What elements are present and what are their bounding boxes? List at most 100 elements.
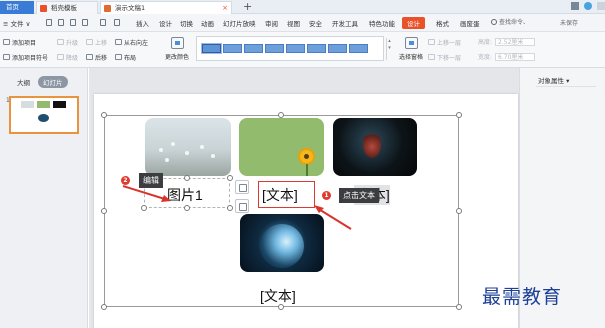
portrait-picture[interactable] — [333, 118, 417, 176]
layout-button[interactable]: 布局 — [115, 53, 136, 62]
tab-slides[interactable]: 幻灯片 — [38, 76, 68, 88]
save-status[interactable]: 未保存 — [560, 18, 578, 27]
tab-home-label: 首页 — [6, 3, 19, 11]
height-input[interactable]: 2.52厘米 — [495, 38, 536, 46]
add-tab-button[interactable]: + — [243, 0, 252, 13]
style-swatch[interactable] — [307, 44, 326, 53]
down-one-layer-button[interactable]: 下移一层 — [428, 53, 461, 62]
command-search-text: 查找命令、 — [499, 19, 530, 26]
search-icon — [491, 19, 497, 25]
step-badge-1: 1 — [322, 191, 331, 200]
select-pane-icon — [404, 37, 418, 49]
move-down-label: 后移 — [95, 55, 108, 62]
upgrade-button[interactable]: 升级 — [57, 38, 78, 47]
edit-pen-icon[interactable] — [235, 199, 249, 213]
resize-handle[interactable] — [101, 112, 107, 118]
close-tab-icon[interactable]: × — [222, 2, 228, 14]
resize-handle[interactable] — [227, 205, 233, 211]
move-up-label: 上移 — [95, 40, 108, 47]
menu-design[interactable]: 设计 — [159, 18, 172, 28]
sunflower-shape — [300, 150, 313, 163]
smartart-style-gallery — [196, 36, 384, 61]
dandelion-picture[interactable] — [145, 118, 231, 176]
select-pane-label: 选择窗格 — [398, 54, 423, 61]
undo-icon[interactable] — [100, 19, 106, 26]
move-up-icon — [86, 39, 93, 45]
add-item-icon — [3, 39, 10, 45]
tab-outline[interactable]: 大纲 — [17, 77, 30, 87]
text-caption-center[interactable]: [文本] — [262, 185, 298, 205]
add-item-sign-button[interactable]: 添加项目符号 — [3, 53, 48, 62]
account-icon[interactable] — [584, 2, 592, 10]
menu-review[interactable]: 审阅 — [265, 18, 278, 28]
preview-icon[interactable] — [82, 19, 88, 26]
planet-picture[interactable] — [240, 214, 324, 272]
slide-thumbnail[interactable] — [9, 96, 79, 134]
add-item-sign-label: 添加项目符号 — [12, 55, 49, 62]
command-search[interactable]: 查找命令、 — [490, 17, 544, 28]
picture-caption[interactable]: 图片1 — [167, 185, 203, 205]
change-color-label: 更改颜色 — [164, 54, 189, 61]
style-swatch[interactable] — [286, 44, 305, 53]
menu-transition[interactable]: 切换 — [180, 18, 193, 28]
tab-document[interactable]: 演示文稿1 × — [100, 1, 232, 14]
move-up-button[interactable]: 上移 — [86, 38, 107, 47]
width-field: 宽度: 6.70厘米 — [478, 52, 536, 61]
add-item-button[interactable]: 添加项目 — [3, 38, 36, 47]
menu-developer[interactable]: 开发工具 — [332, 18, 358, 28]
change-color-button[interactable]: 更改颜色 — [163, 37, 191, 61]
style-swatch[interactable] — [349, 44, 368, 53]
resize-handle[interactable] — [184, 205, 190, 211]
menu-bar: ≡ 文件 ∨ 插入 设计 切换 动画 幻灯片放映 审阅 视图 安全 开发工具 特… — [0, 14, 605, 32]
object-properties-title[interactable]: 对象属性 ▾ — [538, 75, 569, 85]
text-caption-bottom[interactable]: [文本] — [260, 286, 296, 306]
menu-insert[interactable]: 插入 — [136, 18, 149, 28]
menu-security[interactable]: 安全 — [309, 18, 322, 28]
style-swatch[interactable] — [328, 44, 347, 53]
save-icon[interactable] — [46, 19, 52, 26]
panel-divider — [536, 86, 596, 87]
menu-format[interactable]: 格式 — [436, 18, 449, 28]
menu-extra[interactable]: 画废蛋 — [460, 18, 480, 28]
window-menu-icon[interactable] — [597, 2, 605, 10]
add-bullet-icon — [3, 54, 10, 60]
menu-smartart-design[interactable]: 设计 — [402, 17, 425, 29]
planet-shape — [260, 224, 304, 268]
layout-options-icon[interactable] — [235, 180, 249, 194]
up-one-layer-button[interactable]: 上移一层 — [428, 38, 461, 47]
face-shape — [363, 130, 381, 158]
resize-handle[interactable] — [227, 175, 233, 181]
resize-handle[interactable] — [141, 205, 147, 211]
select-pane-button[interactable]: 选择窗格 — [398, 37, 424, 61]
down-one-layer-label: 下移一层 — [437, 55, 462, 62]
menu-animation[interactable]: 动画 — [201, 18, 214, 28]
move-down-button[interactable]: 后移 — [86, 53, 107, 62]
print-icon[interactable] — [70, 19, 76, 26]
export-pdf-icon[interactable] — [58, 19, 64, 26]
file-menu[interactable]: ≡ 文件 ∨ — [3, 18, 30, 28]
resize-handle[interactable] — [101, 208, 107, 214]
menu-view[interactable]: 视图 — [287, 18, 300, 28]
style-swatch[interactable] — [202, 44, 221, 53]
gallery-scroll[interactable]: ▴ ▾ — [386, 38, 392, 60]
resize-handle[interactable] — [456, 208, 462, 214]
slide-panel: 大纲 幻灯片 1 — [0, 68, 88, 328]
tab-template[interactable]: 稻壳模板 — [36, 1, 98, 14]
width-input[interactable]: 6.70厘米 — [495, 53, 536, 61]
right-to-left-button[interactable]: 从右向左 — [115, 38, 148, 47]
downgrade-button[interactable]: 降级 — [57, 53, 78, 62]
menu-features[interactable]: 特色功能 — [369, 18, 395, 28]
menu-slideshow[interactable]: 幻灯片放映 — [223, 18, 256, 28]
style-swatch[interactable] — [244, 44, 263, 53]
redo-icon[interactable] — [114, 19, 120, 26]
resize-handle[interactable] — [456, 112, 462, 118]
sunflower-picture[interactable] — [239, 118, 324, 176]
resize-handle[interactable] — [101, 304, 107, 310]
style-swatch[interactable] — [223, 44, 242, 53]
style-swatch[interactable] — [265, 44, 284, 53]
upgrade-label: 升级 — [66, 40, 79, 47]
layout-icon[interactable] — [571, 2, 579, 10]
tab-home[interactable]: 首页 — [0, 1, 34, 14]
resize-handle[interactable] — [184, 175, 190, 181]
resize-handle[interactable] — [456, 304, 462, 310]
